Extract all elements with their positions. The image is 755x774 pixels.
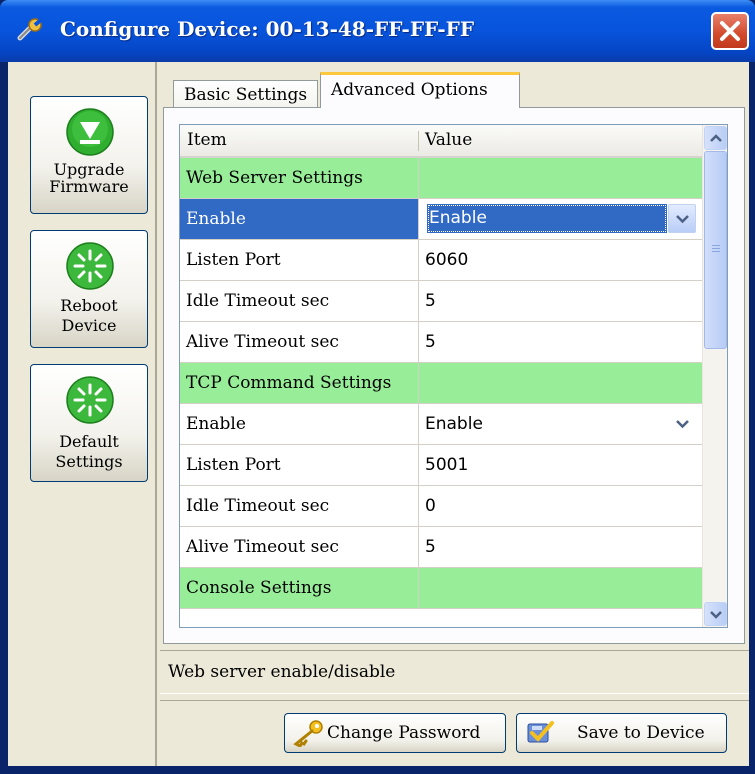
value-cell[interactable]: 6060 [419,240,702,280]
upgrade-label-line2: Firmware [49,177,129,196]
item-cell: Enable [180,404,419,444]
dropdown-button[interactable] [668,409,696,438]
save-device-icon [527,721,554,743]
chevron-down-icon [710,611,722,619]
table-row[interactable]: Idle Timeout sec 0 [180,486,702,527]
save-to-device-button[interactable]: Save to Device [516,713,727,753]
scroll-up-button[interactable] [704,126,727,150]
description-bar: Web server enable/disable [160,650,749,694]
item-cell: Enable [180,199,419,239]
save-to-device-label: Save to Device [577,723,705,743]
upgrade-firmware-button[interactable]: Upgrade Firmware [30,96,148,214]
item-cell: Alive Timeout sec [180,322,419,362]
value-cell[interactable]: 5 [419,527,702,567]
item-cell: Listen Port [180,445,419,485]
value-cell[interactable]: 5001 [419,445,702,485]
scroll-down-button[interactable] [704,602,727,626]
section-row-web-server[interactable]: Web Server Settings [180,158,702,199]
grid-rows: Web Server Settings Enable Enable Listen… [180,158,702,609]
reboot-device-button[interactable]: Reboot Device [30,230,148,348]
enable-dropdown-value[interactable]: Enable [427,204,667,233]
table-row[interactable]: Enable Enable [180,199,702,240]
tab-advanced-options[interactable]: Advanced Options [320,72,520,108]
upgrade-label-line1: Upgrade [53,160,125,179]
property-grid: Item Value Web Server Settings Enable En… [179,124,728,628]
settings-tabs: Basic Settings Advanced Options Item Val… [163,72,745,646]
item-cell: Web Server Settings [180,158,419,198]
item-cell: Idle Timeout sec [180,486,419,526]
table-row[interactable]: Listen Port 6060 [180,240,702,281]
button-bar: Change Password Save to Device [160,700,749,766]
advanced-options-panel: Item Value Web Server Settings Enable En… [163,107,745,644]
item-cell: Alive Timeout sec [180,527,419,567]
close-icon [720,21,740,41]
table-row[interactable]: Alive Timeout sec 5 [180,322,702,363]
column-header-item[interactable]: Item [180,125,227,156]
wrench-icon [17,17,44,41]
section-row-console[interactable]: Console Settings [180,568,702,609]
reset-defaults-icon [66,376,114,424]
title-bar[interactable]: Configure Device: 00-13-48-FF-FF-FF [0,0,755,62]
vertical-scrollbar[interactable] [702,125,727,627]
table-row[interactable]: Listen Port 5001 [180,445,702,486]
grip-line [712,245,720,246]
key-icon [293,720,323,747]
grid-header: Item Value [180,125,702,158]
value-cell[interactable]: Enable [419,404,702,444]
defaults-label-line2: Settings [55,452,123,471]
table-row[interactable]: Enable Enable [180,404,702,445]
defaults-label-line1: Default [59,432,119,451]
close-button[interactable] [711,12,749,50]
change-password-label: Change Password [327,723,481,743]
action-panel: Upgrade Firmware Reboot Device Default S… [8,62,157,766]
section-row-tcp-command[interactable]: TCP Command Settings [180,363,702,404]
window-title: Configure Device: 00-13-48-FF-FF-FF [60,17,475,41]
chevron-down-icon [676,420,689,429]
chevron-down-icon [676,215,689,224]
value-cell [419,363,702,403]
column-header-value[interactable]: Value [418,125,472,156]
value-cell [419,568,702,608]
grip-line [712,248,720,249]
change-password-button[interactable]: Change Password [284,713,506,753]
reboot-label-line2: Device [61,316,117,335]
scroll-thumb[interactable] [704,151,727,349]
value-cell[interactable]: 5 [419,322,702,362]
window-client-area: Upgrade Firmware Reboot Device Default S… [8,62,749,766]
table-row[interactable]: Idle Timeout sec 5 [180,281,702,322]
dropdown-button[interactable] [668,204,696,233]
item-cell: Listen Port [180,240,419,280]
value-cell [419,158,702,198]
value-cell[interactable]: 5 [419,281,702,321]
value-cell[interactable]: 0 [419,486,702,526]
reboot-icon [66,242,114,290]
grip-line [712,251,720,252]
table-row[interactable]: Alive Timeout sec 5 [180,527,702,568]
tab-basic-settings[interactable]: Basic Settings [173,80,318,108]
item-cell: Console Settings [180,568,419,608]
chevron-up-icon [710,134,722,142]
default-settings-button[interactable]: Default Settings [30,364,148,482]
download-arrow-icon [66,108,114,156]
item-cell: TCP Command Settings [180,363,419,403]
item-cell: Idle Timeout sec [180,281,419,321]
reboot-label-line1: Reboot [60,296,118,315]
configure-device-window: Configure Device: 00-13-48-FF-FF-FF Upgr… [0,0,755,774]
